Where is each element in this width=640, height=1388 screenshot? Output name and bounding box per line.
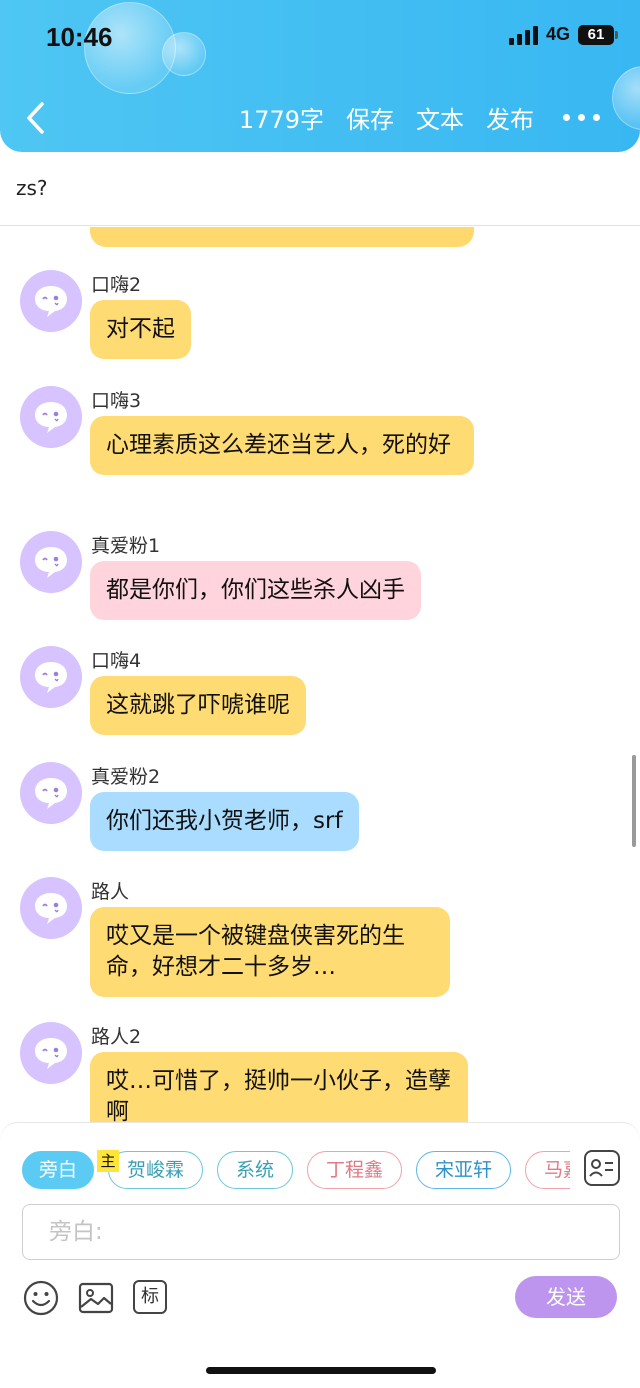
sender-name: 路人	[91, 881, 130, 903]
chip-character[interactable]: 贺峻霖	[108, 1151, 203, 1189]
avatar-icon	[35, 402, 67, 433]
avatar	[20, 531, 82, 593]
sender-name: 口嗨4	[91, 650, 142, 672]
more-icon[interactable]	[563, 114, 600, 121]
network-type: 4G	[545, 24, 570, 44]
sender-name: 真爱粉2	[91, 766, 161, 788]
avatar-icon	[35, 286, 67, 317]
chip-character[interactable]: 宋亚轩	[416, 1151, 511, 1189]
sender-name: 口嗨3	[91, 390, 142, 412]
status-indicators: 4G 61	[508, 24, 618, 45]
save-button[interactable]: 保存	[346, 100, 394, 135]
message-input-box[interactable]	[22, 1204, 620, 1260]
contact-card-icon[interactable]	[584, 1150, 620, 1186]
avatar-icon	[35, 547, 67, 578]
avatar	[20, 270, 82, 332]
chip-character[interactable]: 马嘉祺	[525, 1151, 570, 1189]
header-actions: 1779字 保存 文本 发布	[239, 100, 534, 135]
image-icon[interactable]	[78, 1280, 114, 1316]
decorative-bubble	[162, 32, 206, 76]
text-button[interactable]: 文本	[416, 100, 464, 135]
sender-name: 口嗨2	[91, 274, 142, 296]
avatar-icon	[35, 1038, 67, 1069]
message-bubble[interactable]: 哎又是一个被键盘侠害死的生命，好想才二十多岁…	[90, 907, 450, 997]
avatar	[20, 1022, 82, 1084]
battery-icon: 61	[578, 24, 618, 45]
message-bubble[interactable]: 都是你们，你们这些杀人凶手	[90, 561, 421, 620]
emoji-icon[interactable]	[23, 1280, 59, 1316]
home-indicator[interactable]	[206, 1367, 436, 1374]
story-title-bar[interactable]: zs?	[0, 152, 640, 226]
publish-button[interactable]: 发布	[486, 100, 534, 135]
top-header: 10:46 4G 61 1779字 保存 文本 发布	[0, 0, 640, 152]
send-button[interactable]: 发送	[515, 1276, 617, 1318]
message-bubble[interactable]: 心理素质这么差还当艺人，死的好	[90, 416, 474, 475]
sender-name: 真爱粉1	[91, 535, 161, 557]
chip-character[interactable]: 丁程鑫	[307, 1151, 402, 1189]
message-bubble[interactable]: 哎…可惜了，挺帅一小伙子，造孽啊	[90, 1052, 468, 1123]
status-time: 10:46	[46, 22, 113, 52]
avatar	[20, 762, 82, 824]
decorative-bubble	[612, 66, 640, 130]
message-input[interactable]	[23, 1205, 619, 1259]
sender-name: 路人2	[91, 1026, 142, 1048]
word-count: 1779字	[238, 106, 324, 134]
signal-icon	[508, 25, 538, 45]
message-bubble[interactable]: 这就跳了吓唬谁呢	[90, 676, 306, 735]
message-bubble[interactable]: 你们还我小贺老师，srf	[90, 792, 359, 851]
chip-narration[interactable]: 旁白	[22, 1151, 94, 1189]
back-icon[interactable]	[22, 98, 52, 138]
story-title: zs?	[16, 176, 48, 200]
chat-list[interactable]: 口嗨2 对不起 口嗨3 心理素质这么差还当艺人，死的好 真爱粉1 都是你们，你们…	[0, 227, 640, 1123]
avatar-icon	[35, 893, 67, 924]
chip-system[interactable]: 系统	[217, 1151, 293, 1189]
avatar	[20, 386, 82, 448]
avatar	[20, 877, 82, 939]
message-bubble[interactable]: 对不起	[90, 300, 191, 359]
host-badge: 主	[97, 1150, 119, 1172]
mark-label: 标	[141, 1286, 159, 1307]
message-bubble-partial	[90, 227, 474, 247]
scrollbar[interactable]	[632, 755, 636, 847]
avatar	[20, 646, 82, 708]
avatar-icon	[35, 778, 67, 809]
avatar-icon	[35, 662, 67, 693]
mark-icon[interactable]: 标	[133, 1280, 167, 1314]
